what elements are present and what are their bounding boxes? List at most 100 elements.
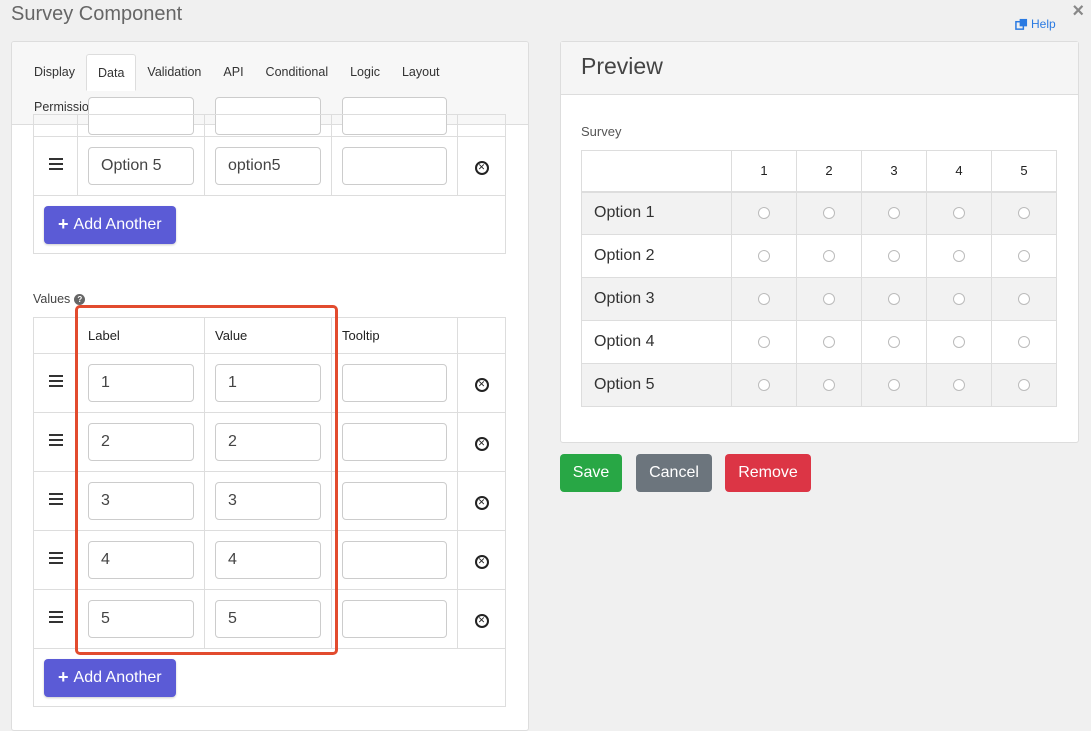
tab-logic[interactable]: Logic bbox=[339, 54, 391, 90]
table-row: 4 4 ✕ bbox=[33, 530, 506, 590]
value-label-input[interactable]: 2 bbox=[88, 423, 194, 461]
survey-radio[interactable] bbox=[953, 335, 965, 348]
question-value-input[interactable] bbox=[215, 97, 321, 135]
save-button[interactable]: Save bbox=[560, 454, 622, 492]
survey-radio[interactable] bbox=[888, 335, 900, 348]
survey-column-header: 1 bbox=[731, 150, 797, 193]
value-value-input[interactable]: 3 bbox=[215, 482, 321, 520]
tab-validation[interactable]: Validation bbox=[136, 54, 212, 90]
value-tooltip-input[interactable] bbox=[342, 482, 447, 520]
question-tooltip-input[interactable] bbox=[342, 147, 447, 185]
survey-row-label: Option 5 bbox=[581, 363, 732, 407]
remove-button[interactable]: Remove bbox=[725, 454, 811, 492]
survey-radio[interactable] bbox=[823, 249, 835, 262]
external-link-icon bbox=[1015, 18, 1028, 30]
survey-radio[interactable] bbox=[953, 207, 965, 220]
add-value-button[interactable]: + Add Another bbox=[44, 658, 176, 697]
value-label-input[interactable]: 3 bbox=[88, 482, 194, 520]
value-tooltip-input[interactable] bbox=[342, 600, 447, 638]
preview-title: Preview bbox=[561, 42, 1078, 95]
survey-radio[interactable] bbox=[1018, 378, 1030, 391]
values-section-label: Values ? bbox=[33, 292, 86, 306]
survey-radio[interactable] bbox=[758, 207, 770, 220]
help-link[interactable]: Help bbox=[1015, 17, 1056, 31]
question-value-input[interactable]: option5 bbox=[215, 147, 321, 185]
survey-column-header: 4 bbox=[926, 150, 992, 193]
survey-radio[interactable] bbox=[758, 378, 770, 391]
left-panel: Display Data Validation API Conditional … bbox=[11, 41, 529, 731]
value-label-input[interactable]: 5 bbox=[88, 600, 194, 638]
table-header-row: Label Value Tooltip bbox=[33, 317, 506, 354]
survey-radio[interactable] bbox=[1018, 249, 1030, 262]
table-row: 5 5 ✕ bbox=[33, 589, 506, 649]
survey-radio[interactable] bbox=[823, 292, 835, 305]
tab-api[interactable]: API bbox=[212, 54, 254, 90]
survey-radio[interactable] bbox=[1018, 335, 1030, 348]
plus-icon: + bbox=[58, 214, 69, 234]
survey-radio[interactable] bbox=[888, 249, 900, 262]
plus-icon: + bbox=[58, 667, 69, 687]
tab-layout[interactable]: Layout bbox=[391, 54, 451, 90]
tab-data[interactable]: Data bbox=[86, 54, 137, 91]
add-question-button[interactable]: + Add Another bbox=[44, 205, 176, 244]
drag-handle-icon[interactable] bbox=[48, 608, 63, 626]
remove-row-icon[interactable]: ✕ bbox=[474, 160, 489, 175]
survey-radio[interactable] bbox=[953, 378, 965, 391]
drag-handle-icon[interactable] bbox=[48, 431, 63, 449]
survey-row: Option 2 bbox=[581, 234, 1057, 278]
remove-row-icon[interactable]: ✕ bbox=[474, 495, 489, 510]
help-label: Help bbox=[1031, 17, 1056, 31]
survey-radio[interactable] bbox=[823, 207, 835, 220]
survey-radio[interactable] bbox=[1018, 207, 1030, 220]
table-row: 1 1 ✕ bbox=[33, 353, 506, 413]
survey-radio[interactable] bbox=[758, 292, 770, 305]
value-label-input[interactable]: 1 bbox=[88, 364, 194, 402]
drag-handle-icon[interactable] bbox=[48, 549, 63, 567]
survey-radio[interactable] bbox=[953, 292, 965, 305]
survey-preview-table: 1 2 3 4 5 Option 1 Option 2 Option 3 Opt… bbox=[581, 150, 1057, 407]
remove-row-icon[interactable]: ✕ bbox=[474, 377, 489, 392]
survey-column-header: 3 bbox=[861, 150, 927, 193]
value-tooltip-input[interactable] bbox=[342, 541, 447, 579]
value-value-input[interactable]: 5 bbox=[215, 600, 321, 638]
remove-row-icon[interactable]: ✕ bbox=[474, 554, 489, 569]
cancel-button[interactable]: Cancel bbox=[636, 454, 712, 492]
table-row: 3 3 ✕ bbox=[33, 471, 506, 531]
survey-radio[interactable] bbox=[1018, 292, 1030, 305]
value-label-input[interactable]: 4 bbox=[88, 541, 194, 579]
add-value-label: Add Another bbox=[73, 668, 162, 686]
value-tooltip-input[interactable] bbox=[342, 423, 447, 461]
tab-conditional[interactable]: Conditional bbox=[255, 54, 340, 90]
survey-radio[interactable] bbox=[758, 249, 770, 262]
survey-radio[interactable] bbox=[823, 378, 835, 391]
survey-radio[interactable] bbox=[953, 249, 965, 262]
header-value: Value bbox=[204, 317, 332, 354]
question-label-input[interactable] bbox=[88, 97, 194, 135]
table-row: Option 5 option5 ✕ bbox=[33, 136, 506, 196]
value-value-input[interactable]: 4 bbox=[215, 541, 321, 579]
survey-radio[interactable] bbox=[888, 378, 900, 391]
survey-radio[interactable] bbox=[888, 292, 900, 305]
question-tooltip-input[interactable] bbox=[342, 97, 447, 135]
remove-row-icon[interactable]: ✕ bbox=[474, 436, 489, 451]
drag-handle-icon[interactable] bbox=[48, 155, 63, 173]
survey-row: Option 1 bbox=[581, 191, 1057, 235]
drag-handle-icon[interactable] bbox=[48, 372, 63, 390]
survey-radio[interactable] bbox=[888, 207, 900, 220]
drag-handle-icon[interactable] bbox=[48, 490, 63, 508]
value-value-input[interactable]: 1 bbox=[215, 364, 321, 402]
survey-column-header: 2 bbox=[796, 150, 862, 193]
survey-row: Option 3 bbox=[581, 277, 1057, 321]
survey-radio[interactable] bbox=[758, 335, 770, 348]
tab-display[interactable]: Display bbox=[23, 54, 86, 90]
remove-row-icon[interactable]: ✕ bbox=[474, 613, 489, 628]
value-value-input[interactable]: 2 bbox=[215, 423, 321, 461]
table-row: 2 2 ✕ bbox=[33, 412, 506, 472]
question-mark-icon[interactable]: ? bbox=[74, 293, 86, 305]
close-icon[interactable]: × bbox=[1072, 0, 1084, 23]
question-label-input[interactable]: Option 5 bbox=[88, 147, 194, 185]
table-row: + Add Another bbox=[33, 195, 506, 254]
survey-radio[interactable] bbox=[823, 335, 835, 348]
value-tooltip-input[interactable] bbox=[342, 364, 447, 402]
survey-row-label: Option 2 bbox=[581, 234, 732, 278]
